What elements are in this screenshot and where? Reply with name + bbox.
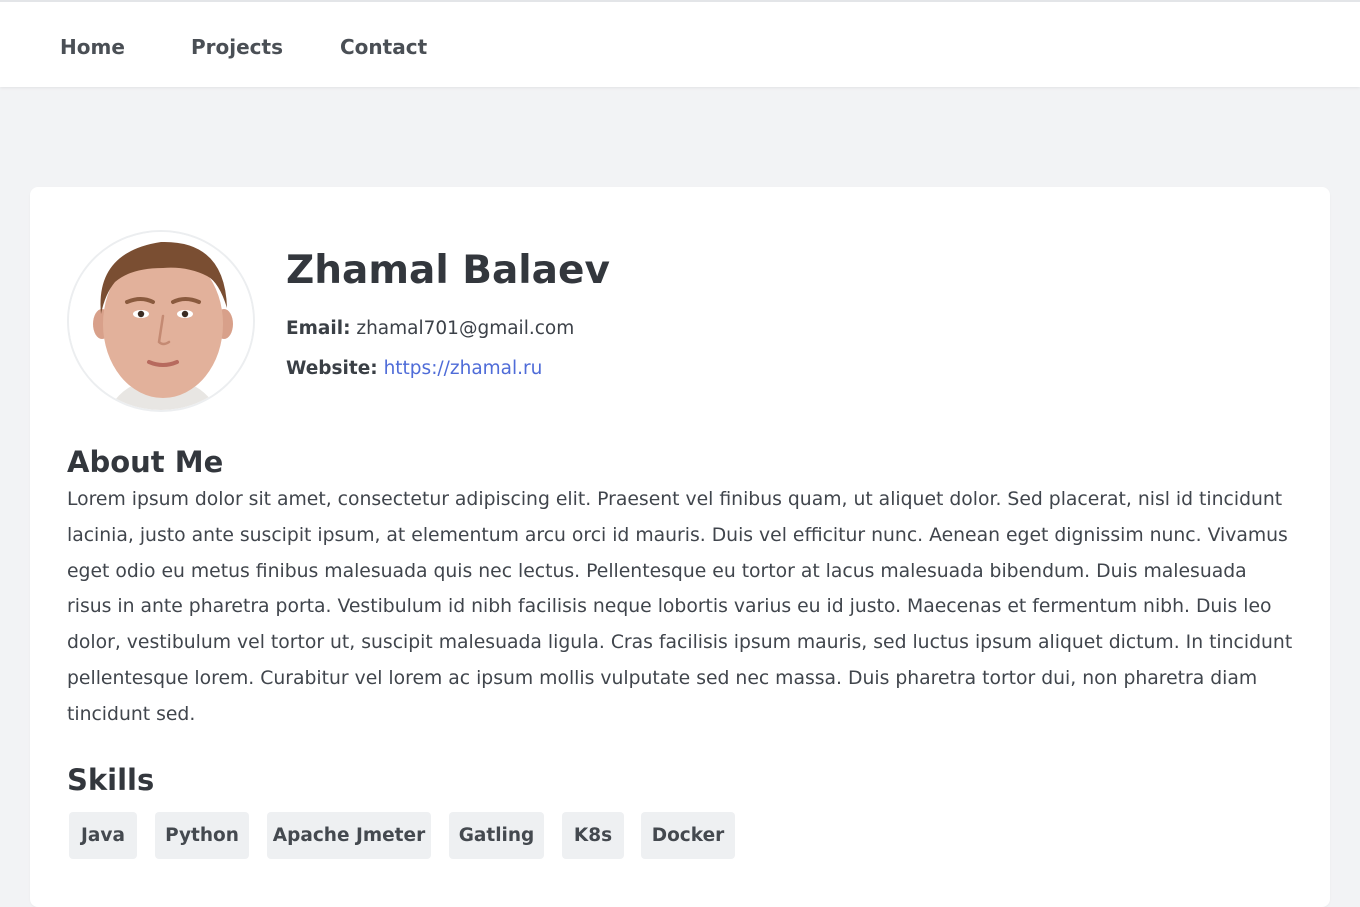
top-navigation: Home Projects Contact bbox=[0, 0, 1360, 87]
skill-chip: Gatling bbox=[449, 812, 544, 859]
skill-chip: Apache Jmeter bbox=[267, 812, 431, 859]
nav-link-projects[interactable]: Projects bbox=[191, 34, 283, 60]
about-text: Lorem ipsum dolor sit amet, consectetur … bbox=[67, 489, 1293, 725]
profile-name: Zhamal Balaev bbox=[286, 248, 610, 293]
skill-chip: K8s bbox=[562, 812, 624, 859]
email-row: Email: zhamal701@gmail.com bbox=[286, 316, 574, 342]
skill-chip: Python bbox=[155, 812, 249, 859]
skills-heading: Skills bbox=[67, 763, 155, 797]
website-label: Website: bbox=[286, 358, 378, 379]
skill-chip: Docker bbox=[641, 812, 735, 859]
about-heading: About Me bbox=[67, 445, 224, 479]
nav-link-home[interactable]: Home bbox=[60, 34, 125, 60]
profile-card: Zhamal Balaev Email: zhamal701@gmail.com… bbox=[30, 187, 1330, 907]
nav-link-contact[interactable]: Contact bbox=[340, 34, 427, 60]
website-link[interactable]: https://zhamal.ru bbox=[384, 358, 543, 379]
avatar bbox=[67, 230, 255, 412]
website-row: Website: https://zhamal.ru bbox=[286, 356, 542, 382]
email-value: zhamal701@gmail.com bbox=[356, 318, 575, 339]
email-label: Email: bbox=[286, 318, 351, 339]
skill-chip: Java bbox=[69, 812, 137, 859]
avatar-portrait-image bbox=[69, 232, 253, 410]
